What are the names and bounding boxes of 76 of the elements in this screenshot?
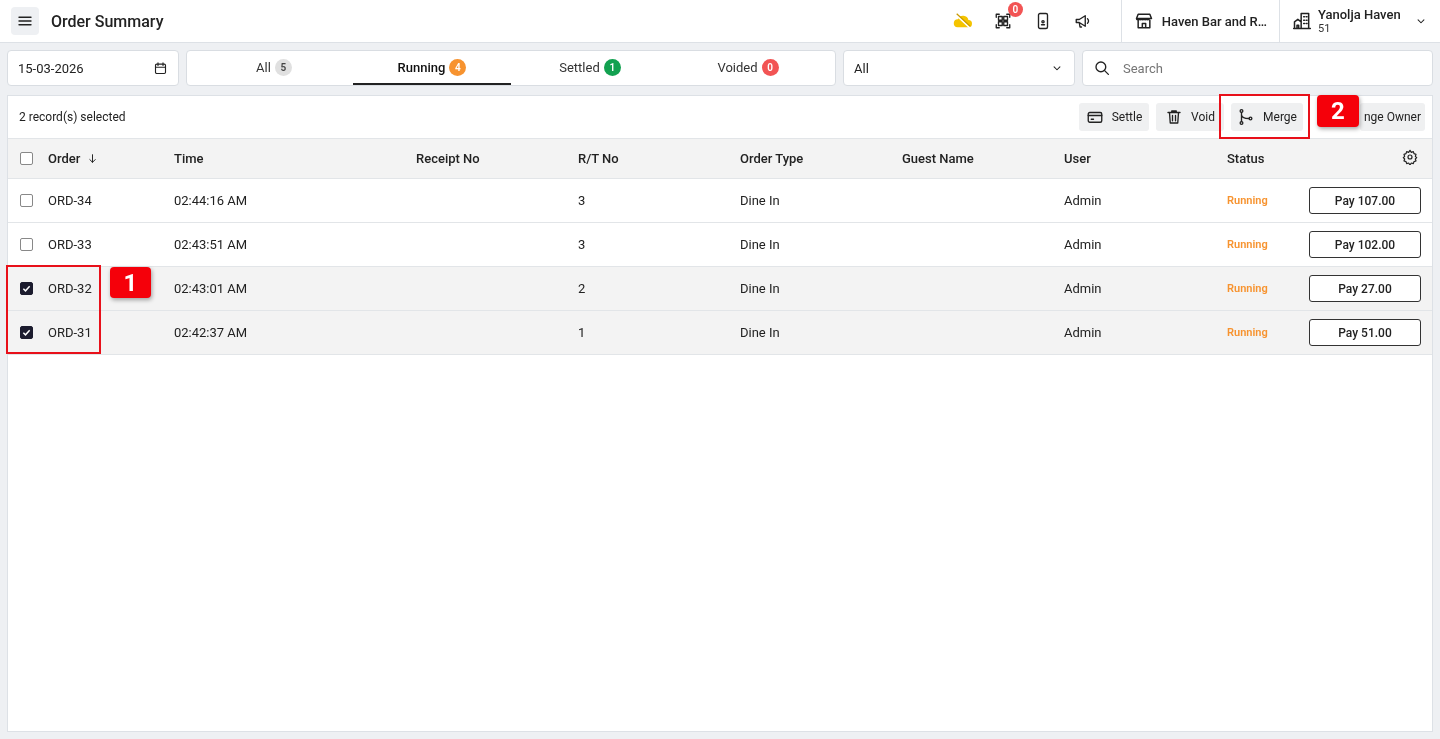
status-label: Running (1227, 326, 1268, 339)
check-icon (22, 284, 31, 293)
user-name: Admin (1064, 237, 1102, 252)
user-name: Admin (1064, 193, 1102, 208)
checkbox[interactable] (20, 326, 33, 339)
settle-button[interactable]: Settle (1079, 103, 1149, 131)
count-badge: 5 (274, 58, 292, 76)
order-time: 02:42:37 AM (174, 325, 248, 340)
search-bar[interactable]: Search (1082, 50, 1433, 86)
notification-badge: 0 (1007, 2, 1023, 17)
owner-button[interactable]: nge Owner (1360, 103, 1425, 131)
organization-selector[interactable]: Yanolja Haven 51 (1280, 7, 1440, 35)
column-header: Guest Name (902, 151, 974, 166)
order-type: Dine In (740, 237, 780, 252)
count-badge: 0 (761, 58, 779, 76)
order-time: 02:43:01 AM (174, 281, 248, 296)
storefront-icon (1133, 11, 1154, 31)
order-id: ORD-34 (48, 193, 92, 208)
order-id: ORD-31 (48, 325, 92, 340)
checkbox[interactable] (20, 194, 33, 207)
megaphone-icon (1073, 12, 1092, 30)
column-header: Status (1227, 151, 1265, 166)
status-label: Running (1227, 282, 1268, 295)
cloud-off-icon (951, 12, 974, 30)
user-name: Admin (1064, 281, 1102, 296)
checkbox[interactable] (20, 282, 33, 295)
branch-icon (1237, 108, 1256, 126)
column-header: Receipt No (416, 151, 480, 166)
calendar-icon (153, 60, 168, 76)
order-type: Dine In (740, 281, 780, 296)
checkbox[interactable] (20, 238, 33, 251)
order-time: 02:43:51 AM (174, 237, 248, 252)
pay-button[interactable]: Pay 107.00 (1309, 187, 1421, 214)
qr-code-icon (993, 12, 1012, 30)
column-header: Order Type (740, 151, 804, 166)
merge-button[interactable]: Merge (1231, 103, 1303, 131)
pay-button[interactable]: Pay 102.00 (1309, 231, 1421, 258)
column-header: User (1064, 151, 1091, 166)
table-number: 1 (578, 325, 586, 340)
menu-button[interactable] (11, 7, 39, 35)
count-badge: 4 (449, 58, 467, 76)
void-button[interactable]: Void (1156, 103, 1224, 131)
check-icon (22, 328, 31, 337)
count-badge: 1 (603, 58, 621, 76)
store-selector[interactable]: Haven Bar and R… (1120, 0, 1280, 43)
settings-icon (1402, 149, 1418, 165)
order-id: ORD-32 (48, 281, 92, 296)
table-number: 3 (578, 237, 586, 252)
column-header: R/T No (578, 151, 619, 166)
search-icon (1093, 59, 1111, 77)
trash-icon (1165, 108, 1184, 126)
order-id: ORD-33 (48, 237, 92, 252)
order-time: 02:44:16 AM (174, 193, 248, 208)
checkbox[interactable] (20, 152, 33, 165)
status-tab[interactable]: All 5 (195, 51, 353, 85)
status-tab[interactable]: Voided 0 (669, 51, 827, 85)
status-label: Running (1227, 238, 1268, 251)
buildings-icon (1292, 11, 1312, 31)
pay-button[interactable]: Pay 27.00 (1309, 275, 1421, 302)
status-tab[interactable]: Running 4 (353, 51, 511, 85)
column-header: Time (174, 151, 204, 166)
table-number: 3 (578, 193, 586, 208)
selection-count: 2 record(s) selected (19, 110, 126, 124)
pay-button[interactable]: Pay 51.00 (1309, 319, 1421, 346)
step-badge: 2 (1317, 95, 1359, 127)
table-number: 2 (578, 281, 586, 296)
page-title: Order Summary (51, 11, 164, 31)
order-type: Dine In (740, 193, 780, 208)
user-name: Admin (1064, 325, 1102, 340)
type-dropdown[interactable]: All (843, 50, 1075, 86)
status-label: Running (1227, 194, 1268, 207)
column-header[interactable]: Order (48, 151, 81, 166)
step-badge: 1 (110, 267, 151, 298)
order-type: Dine In (740, 325, 780, 340)
status-tab[interactable]: Settled 1 (511, 51, 669, 85)
date-field[interactable]: 15-03-2026 (7, 50, 179, 86)
